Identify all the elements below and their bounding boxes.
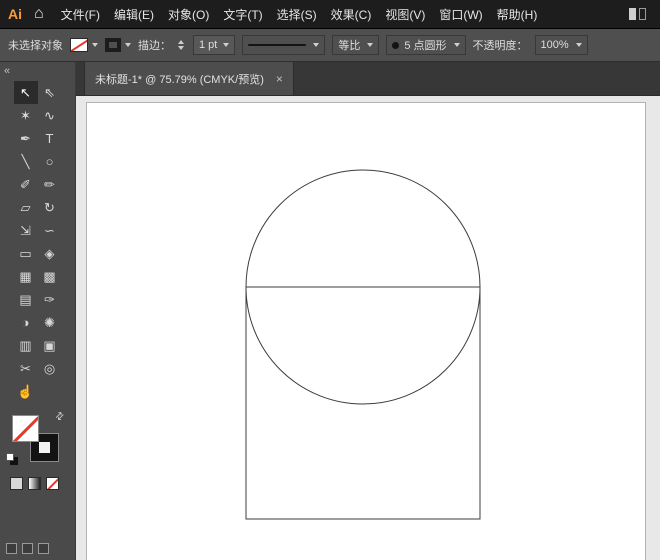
menu-item-4[interactable]: 文字(T) xyxy=(216,6,269,23)
free-transform-tool[interactable]: ▭ xyxy=(14,242,38,265)
fill-stroke-indicator: ⇄ xyxy=(6,410,67,465)
eraser-tool[interactable]: ▱ xyxy=(14,196,38,219)
artwork-layer xyxy=(245,169,481,520)
chevron-down-icon xyxy=(125,43,131,47)
stroke-weight-value: 1 pt xyxy=(199,39,218,51)
variable-width-profile-select[interactable] xyxy=(242,35,326,55)
width-profile-preview xyxy=(248,44,307,46)
scale-tool[interactable]: ⇲ xyxy=(14,219,38,242)
brush-name: 5 点圆形 xyxy=(404,40,447,52)
slice-tool[interactable]: ✂ xyxy=(14,357,38,380)
rotate-tool[interactable]: ↻ xyxy=(38,196,62,219)
paint-mode-buttons xyxy=(10,477,75,490)
collapse-panel-button[interactable]: « xyxy=(0,62,75,79)
pen-tool[interactable]: ✒ xyxy=(14,127,38,150)
tools-panel: « ↖ ⇖ ✶ ∿ ✒ T ╲ ○ ✐ ✏ ▱ ↻ ⇲ ∽ ▭ ◈ ▦ ▩ ▤ ✑ ◑ ✺ ▥ ▣ ✂ ◎ ☝ ⇄ xyxy=(0,62,76,560)
document-tab[interactable]: 未标题-1* @ 75.79% (CMYK/预览) × xyxy=(84,62,294,95)
fill-swatch-none[interactable] xyxy=(12,415,39,442)
rectangle-shape[interactable] xyxy=(245,286,481,520)
gradient-button[interactable] xyxy=(28,477,41,490)
canvas[interactable] xyxy=(76,96,660,560)
opacity-value: 100% xyxy=(540,39,569,51)
menu-items: 文件(F) 编辑(E) 对象(O) 文字(T) 选择(S) 效果(C) 视图(V) 窗口(W)… xyxy=(54,6,545,23)
chevron-down-icon xyxy=(223,43,230,47)
fill-color-select[interactable] xyxy=(70,38,98,52)
artboard-tool[interactable]: ▣ xyxy=(38,334,62,357)
zoom-tool[interactable]: ◎ xyxy=(38,357,62,380)
menu-item-6[interactable]: 效果(C) xyxy=(324,6,379,23)
default-fill-square xyxy=(6,453,14,461)
workspace-square-filled xyxy=(629,8,636,20)
brush-preview-icon xyxy=(392,41,400,49)
control-bar: 未选择对象 描边： 1 pt 等比 5 点圆形 不透明度： 100% xyxy=(0,28,660,62)
width-tool[interactable]: ∽ xyxy=(38,219,62,242)
close-tab-icon[interactable]: × xyxy=(276,72,283,86)
magic-wand-tool[interactable]: ✶ xyxy=(14,104,38,127)
uniform-value: 等比 xyxy=(338,40,361,52)
chevron-down-icon xyxy=(453,43,460,47)
illustrator-window: Ai ⌂ 文件(F) 编辑(E) 对象(O) 文字(T) 选择(S) 效果(C) 视图(V)… xyxy=(0,0,660,560)
column-graph-tool[interactable]: ▥ xyxy=(14,334,38,357)
selection-tool[interactable]: ↖ xyxy=(13,81,38,104)
brush-definition-select[interactable]: 5 点圆形 xyxy=(386,35,466,55)
default-fill-stroke-icon[interactable] xyxy=(6,453,18,465)
menu-item-9[interactable]: 帮助(H) xyxy=(490,6,545,23)
none-button[interactable] xyxy=(46,477,59,490)
document-tab-title: 未标题-1* @ 75.79% (CMYK/预览) xyxy=(95,73,264,86)
blend-tool[interactable]: ◑ xyxy=(14,311,38,334)
hand-tool[interactable]: ☝ xyxy=(14,380,38,403)
selection-status: 未选择对象 xyxy=(8,40,63,52)
direct-selection-tool[interactable]: ⇖ xyxy=(38,81,62,104)
opacity-label: 不透明度： xyxy=(472,40,528,52)
chevron-down-icon xyxy=(367,43,374,47)
draw-behind-mode-button[interactable] xyxy=(22,543,33,554)
menu-item-8[interactable]: 窗口(W) xyxy=(432,6,489,23)
chevron-down-icon xyxy=(313,43,320,47)
fill-none-swatch xyxy=(70,38,88,52)
home-icon[interactable]: ⌂ xyxy=(32,5,54,23)
draw-normal-mode-button[interactable] xyxy=(6,543,17,554)
chevron-down-icon xyxy=(92,43,98,47)
menu-item-1[interactable]: 文件(F) xyxy=(54,6,107,23)
gradient-tool[interactable]: ▤ xyxy=(14,288,38,311)
app-logo[interactable]: Ai xyxy=(0,6,32,22)
pencil-tool[interactable]: ✏ xyxy=(38,173,62,196)
menu-item-2[interactable]: 编辑(E) xyxy=(107,6,161,23)
tool-grid: ↖ ⇖ ✶ ∿ ✒ T ╲ ○ ✐ ✏ ▱ ↻ ⇲ ∽ ▭ ◈ ▦ ▩ ▤ ✑ ◑ ✺ ▥ ▣ ✂ ◎ ☝ xyxy=(0,81,75,403)
type-tool[interactable]: T xyxy=(38,127,62,150)
document-tab-bar: 未标题-1* @ 75.79% (CMYK/预览) × xyxy=(76,62,660,96)
screen-mode-button[interactable] xyxy=(38,543,49,554)
color-button[interactable] xyxy=(10,477,23,490)
workspace-square-outline xyxy=(639,8,646,20)
perspective-grid-tool[interactable]: ▦ xyxy=(14,265,38,288)
menu-item-5[interactable]: 选择(S) xyxy=(270,6,324,23)
mesh-tool[interactable]: ▩ xyxy=(38,265,62,288)
menu-item-7[interactable]: 视图(V) xyxy=(378,6,432,23)
uniform-select[interactable]: 等比 xyxy=(332,35,380,55)
ellipse-tool[interactable]: ○ xyxy=(38,150,62,173)
menu-item-3[interactable]: 对象(O) xyxy=(161,6,216,23)
stroke-label: 描边： xyxy=(138,40,171,52)
stroke-weight-stepper[interactable] xyxy=(178,40,186,50)
line-segment-tool[interactable]: ╲ xyxy=(14,150,38,173)
symbol-sprayer-tool[interactable]: ✺ xyxy=(38,311,62,334)
eyedropper-tool[interactable]: ✑ xyxy=(38,288,62,311)
lasso-tool[interactable]: ∿ xyxy=(38,104,62,127)
swap-fill-stroke-icon[interactable]: ⇄ xyxy=(53,410,67,424)
stroke-swatch xyxy=(105,38,121,52)
paintbrush-tool[interactable]: ✐ xyxy=(14,173,38,196)
stepper-up-icon xyxy=(178,40,184,44)
opacity-select[interactable]: 100% xyxy=(534,35,588,55)
stroke-color-select[interactable] xyxy=(105,38,131,52)
stepper-down-icon xyxy=(178,46,184,50)
workspace-switcher-icon[interactable] xyxy=(629,8,646,20)
menu-bar: Ai ⌂ 文件(F) 编辑(E) 对象(O) 文字(T) 选择(S) 效果(C) 视图(V)… xyxy=(0,0,660,28)
shape-builder-tool[interactable]: ◈ xyxy=(38,242,62,265)
draw-mode-buttons xyxy=(6,543,75,554)
chevron-down-icon xyxy=(575,43,582,47)
stroke-weight-field[interactable]: 1 pt xyxy=(193,35,236,55)
